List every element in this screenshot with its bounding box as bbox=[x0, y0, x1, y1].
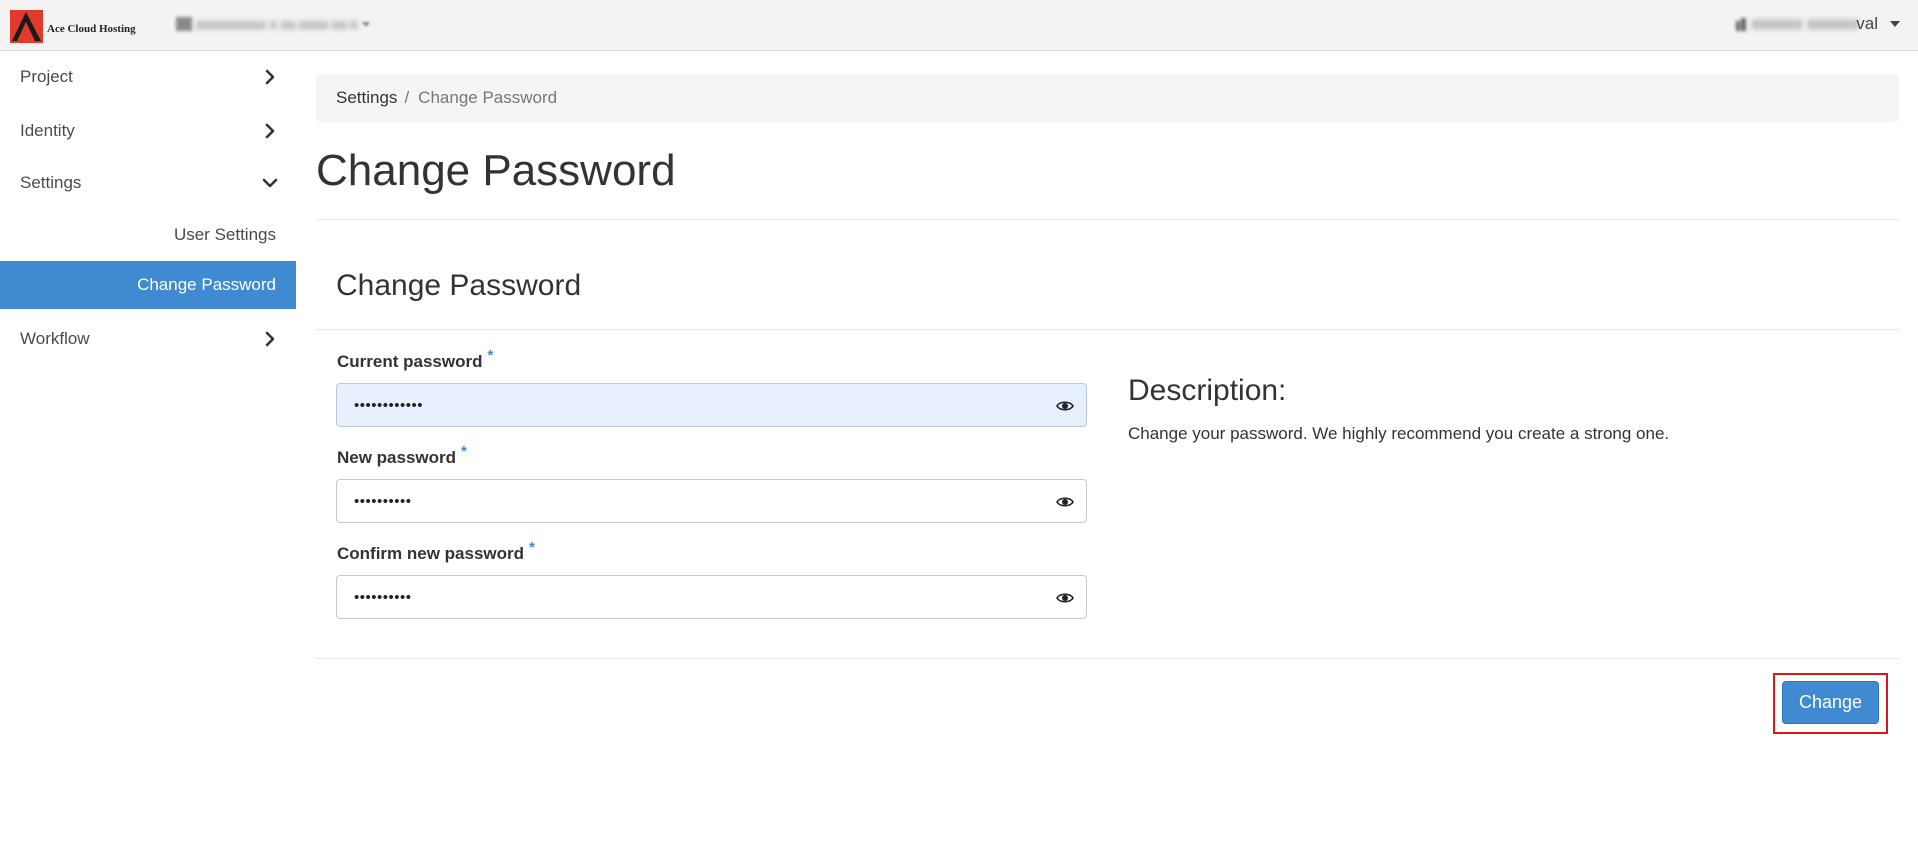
chevron-down-icon bbox=[1890, 21, 1900, 27]
required-asterisk: * bbox=[487, 347, 494, 364]
breadcrumb-current: Change Password bbox=[418, 88, 558, 107]
brand-name: Ace Cloud Hosting bbox=[47, 23, 136, 35]
description-text: Change your password. We highly recommen… bbox=[1128, 424, 1670, 443]
sidebar-item-workflow[interactable]: Workflow bbox=[0, 316, 296, 362]
chevron-right-icon bbox=[265, 331, 275, 347]
change-button[interactable]: Change bbox=[1782, 681, 1879, 724]
sidebar-item-label: Project bbox=[20, 67, 73, 86]
page-title: Change Password bbox=[316, 146, 676, 195]
chevron-right-icon bbox=[265, 69, 275, 85]
user-name-visible: val bbox=[1856, 14, 1878, 33]
user-name-blurred: xxxxxx xxxxxx bbox=[1751, 14, 1859, 33]
sidebar: Project Identity Settings User Settings … bbox=[0, 51, 296, 853]
sidebar-item-identity[interactable]: Identity bbox=[0, 108, 296, 154]
sidebar-item-label: Workflow bbox=[20, 329, 90, 348]
field-label-text: Current password bbox=[337, 352, 483, 371]
breadcrumb-settings-link[interactable]: Settings bbox=[336, 88, 397, 108]
project-selector-dropdown[interactable]: xxxxxxxxxx x xx-xxxx-xx-x bbox=[176, 15, 370, 33]
sidebar-item-settings[interactable]: Settings bbox=[0, 160, 296, 206]
sidebar-item-label: Identity bbox=[20, 121, 75, 140]
field-label-text: New password bbox=[337, 448, 457, 467]
top-navbar: Ace Cloud Hosting xxxxxxxxxx x xx-xxxx-x… bbox=[0, 0, 1918, 51]
breadcrumb-separator: / bbox=[404, 88, 410, 107]
divider bbox=[316, 329, 1899, 330]
sidebar-subitem-label: User Settings bbox=[173, 225, 276, 244]
required-asterisk: * bbox=[461, 443, 467, 460]
confirm-password-value: •••••••••• bbox=[354, 588, 412, 606]
project-selector-label: xxxxxxxxxx x xx-xxxx-xx-x bbox=[196, 16, 358, 32]
form-title: Change Password bbox=[336, 269, 582, 302]
sidebar-subitem-label: Change Password bbox=[137, 275, 276, 294]
eye-icon[interactable] bbox=[1056, 493, 1074, 511]
confirm-password-label: Confirm new password * bbox=[337, 539, 535, 564]
brand[interactable]: Ace Cloud Hosting bbox=[10, 9, 136, 43]
project-icon bbox=[176, 17, 192, 31]
chevron-down-icon bbox=[361, 21, 370, 27]
sidebar-item-label: Settings bbox=[20, 173, 82, 192]
required-asterisk: * bbox=[529, 539, 535, 556]
chevron-right-icon bbox=[265, 123, 275, 139]
new-password-label: New password * bbox=[337, 443, 467, 468]
sidebar-subitem-user-settings[interactable]: User Settings bbox=[0, 211, 296, 259]
new-password-input[interactable]: •••••••••• bbox=[336, 479, 1087, 523]
current-password-input[interactable]: •••••••••••• bbox=[336, 383, 1087, 427]
field-label-text: Confirm new password bbox=[337, 544, 525, 563]
eye-icon[interactable] bbox=[1056, 589, 1074, 607]
confirm-password-input[interactable]: •••••••••• bbox=[336, 575, 1087, 619]
user-menu-dropdown[interactable]: xxxxxx xxxxxx val bbox=[1734, 14, 1900, 34]
description-title: Description: bbox=[1128, 374, 1287, 407]
sidebar-subitem-change-password[interactable]: Change Password bbox=[0, 261, 296, 309]
chevron-down-icon bbox=[262, 178, 278, 188]
divider bbox=[316, 219, 1899, 220]
user-icon bbox=[1735, 18, 1746, 31]
new-password-value: •••••••••• bbox=[354, 492, 412, 510]
breadcrumb: Settings / Change Password bbox=[316, 74, 1899, 122]
current-password-value: •••••••••••• bbox=[354, 396, 424, 414]
sidebar-item-project[interactable]: Project bbox=[0, 54, 296, 100]
divider bbox=[316, 658, 1899, 659]
eye-icon[interactable] bbox=[1056, 397, 1074, 415]
ace-cloud-logo-icon bbox=[10, 9, 43, 43]
current-password-label: Current password * bbox=[337, 347, 493, 372]
